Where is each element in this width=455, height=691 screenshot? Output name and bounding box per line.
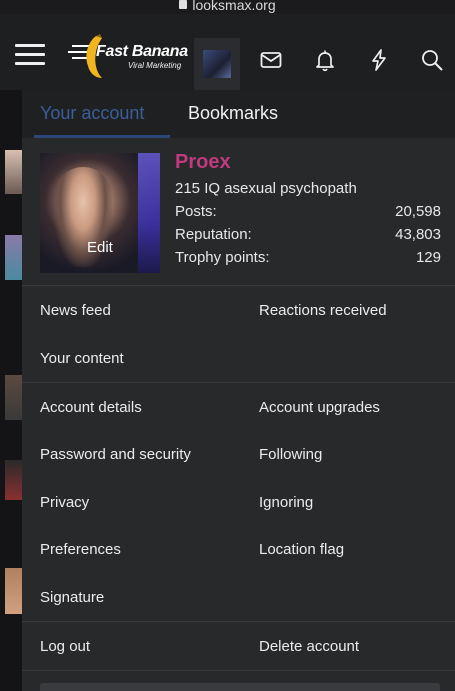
background-page-strip [0, 90, 22, 691]
menu-preferences[interactable]: Preferences [40, 541, 121, 558]
divider [22, 621, 455, 622]
menu-account-details[interactable]: Account details [40, 399, 142, 416]
menu-your-content[interactable]: Your content [40, 350, 124, 367]
top-navigation-bar: Fast Banana Viral Marketing [0, 14, 455, 90]
edit-avatar-link[interactable]: Edit [87, 239, 113, 256]
username-link[interactable]: Proex [175, 151, 231, 174]
menu-following[interactable]: Following [259, 446, 322, 463]
menu-signature[interactable]: Signature [40, 589, 104, 606]
divider [22, 382, 455, 383]
envelope-icon[interactable] [259, 48, 283, 72]
stat-posts: Posts: 20,598 [175, 203, 441, 220]
url-text: looksmax.org [192, 0, 276, 13]
site-logo[interactable]: Fast Banana Viral Marketing [66, 32, 190, 82]
profile-avatar[interactable]: Edit [40, 153, 160, 273]
menu-ignoring[interactable]: Ignoring [259, 494, 313, 511]
divider [22, 285, 455, 286]
account-menu-panel: Your account Bookmarks Edit Proex 215 IQ… [22, 90, 455, 691]
user-title: 215 IQ asexual psychopath [175, 180, 357, 197]
account-tabs: Your account Bookmarks [22, 90, 455, 138]
bell-icon[interactable] [313, 48, 337, 72]
menu-privacy[interactable]: Privacy [40, 494, 89, 511]
avatar-image [203, 50, 231, 78]
profile-summary: Edit Proex 215 IQ asexual psychopath Pos… [22, 138, 455, 285]
menu-log-out[interactable]: Log out [40, 638, 90, 655]
search-icon[interactable] [420, 48, 444, 72]
tab-your-account[interactable]: Your account [40, 103, 144, 124]
logo-title: Fast Banana [96, 43, 188, 60]
menu-reactions-received[interactable]: Reactions received [259, 302, 387, 319]
browser-url-bar[interactable]: looksmax.org [0, 0, 455, 14]
tab-bookmarks[interactable]: Bookmarks [188, 103, 278, 124]
lightning-icon[interactable] [367, 48, 391, 72]
avatar[interactable] [194, 38, 240, 90]
lock-icon [179, 0, 188, 9]
menu-account-upgrades[interactable]: Account upgrades [259, 399, 380, 416]
menu-location-flag[interactable]: Location flag [259, 541, 344, 558]
logo-subtitle: Viral Marketing [128, 61, 182, 70]
divider [22, 670, 455, 671]
menu-password-security[interactable]: Password and security [40, 446, 191, 463]
menu-icon[interactable] [15, 44, 45, 66]
menu-news-feed[interactable]: News feed [40, 302, 111, 319]
menu-delete-account[interactable]: Delete account [259, 638, 359, 655]
stat-reputation: Reputation: 43,803 [175, 226, 441, 243]
stat-trophy-points: Trophy points: 129 [175, 249, 441, 266]
status-input-bar[interactable] [40, 683, 440, 691]
